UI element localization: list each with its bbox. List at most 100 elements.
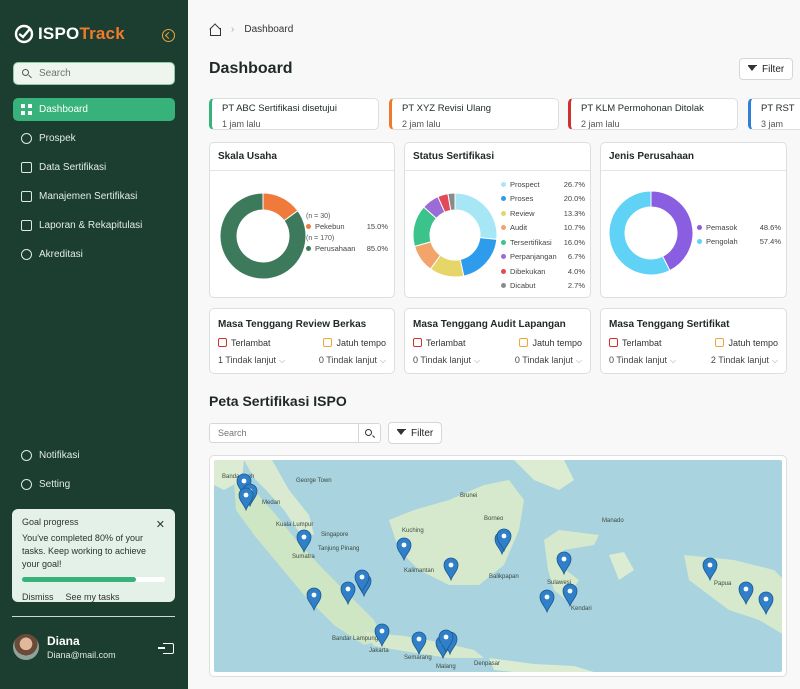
legend-value: 16.0% — [563, 237, 585, 247]
home-icon[interactable] — [209, 24, 221, 36]
notification-card[interactable]: PT RST 3 jam — [748, 98, 800, 130]
legend-item: Audit 10.7% — [501, 221, 585, 236]
chevron-down-icon: ⌵ — [279, 356, 286, 365]
legend-label: Perusahaan — [315, 243, 356, 253]
landmass-philippines — [514, 460, 574, 490]
due-action-dropdown[interactable]: 0 Tindak lanjut ⌵ — [515, 355, 582, 366]
late-action-dropdown[interactable]: 1 Tindak lanjut ⌵ — [218, 355, 285, 366]
donut-slice-proses[interactable] — [459, 237, 498, 277]
legend-note: (n = 30) — [306, 213, 331, 220]
map-pin-center — [561, 556, 567, 562]
sidebar-item-setting[interactable]: Setting — [13, 473, 175, 496]
filter-icon — [748, 65, 757, 73]
grace-title: Masa Tenggang Review Berkas — [218, 319, 367, 330]
late-action-dropdown[interactable]: 0 Tindak lanjut ⌵ — [609, 355, 676, 366]
map-pin-center — [763, 596, 769, 602]
goal-progress-card: Goal progress ✕ You've completed 80% of … — [12, 509, 175, 602]
map-place-label: Manado — [602, 518, 624, 524]
map-place-label: Kuala Lumpur — [276, 522, 313, 528]
breadcrumb: › Dashboard — [209, 24, 294, 36]
filter-label: Filter — [411, 427, 434, 439]
user-profile[interactable]: Diana Diana@mail.com — [13, 634, 116, 660]
late-label: Terlambat — [609, 338, 662, 348]
map-place-label: Denpasar — [474, 661, 500, 667]
search-icon — [365, 429, 372, 436]
sidebar-item-akreditasi[interactable]: Akreditasi — [13, 243, 175, 266]
breadcrumb-separator: › — [231, 24, 235, 35]
sidebar-item-notifikasi[interactable]: Notifikasi — [13, 444, 175, 467]
legend-item: Perpanjangan 6.7% — [501, 250, 585, 265]
map-pin-center — [401, 542, 407, 548]
map-pin-icon[interactable] — [562, 583, 578, 608]
dismiss-button[interactable]: Dismiss — [22, 592, 54, 602]
due-action-dropdown[interactable]: 0 Tindak lanjut ⌵ — [319, 355, 386, 366]
sidebar-item-label: Akreditasi — [39, 249, 83, 260]
map-place-label: Papua — [714, 581, 732, 587]
notification-card[interactable]: PT KLM Permohonan Ditolak 2 jam lalu — [568, 98, 738, 130]
legend-label: Dicabut — [510, 281, 536, 291]
legend-value: 15.0% — [366, 221, 388, 231]
landmass-maluku — [609, 552, 634, 580]
sidebar-item-label: Prospek — [39, 133, 76, 144]
filter-button[interactable]: Filter — [739, 58, 794, 80]
legend-label: Prospect — [510, 179, 540, 189]
map-pin-center — [443, 634, 449, 640]
map-filter-button[interactable]: Filter — [388, 422, 443, 444]
goal-progress-fill — [22, 577, 137, 582]
close-icon[interactable]: ✕ — [156, 518, 165, 531]
collapse-sidebar-icon[interactable] — [162, 29, 175, 42]
brand-logo[interactable]: ISPOTrack — [14, 24, 125, 44]
logout-icon[interactable] — [158, 643, 174, 654]
legend-dot — [306, 245, 311, 251]
breadcrumb-current: Dashboard — [244, 24, 294, 35]
sidebar-item-dashboard[interactable]: Dashboard — [13, 98, 175, 121]
notification-card[interactable]: PT ABC Sertifikasi disetujui 1 jam lalu — [209, 98, 379, 130]
map-section-title: Peta Sertifikasi ISPO — [209, 393, 347, 409]
legend-item: Perusahaan 85.0% — [306, 242, 388, 254]
app-root: ISPOTrack Dashboard Prospek Data Sertifi… — [0, 0, 800, 689]
sidebar-item-label: Data Sertifikasi — [39, 162, 107, 173]
map-container: Banda AcehGeorge TownMedanKuala LumpurSi… — [209, 455, 787, 677]
map-place-label: Tanjung Pinang — [318, 546, 359, 552]
calendar-due-icon — [323, 338, 333, 347]
map-search-button[interactable] — [358, 424, 380, 442]
legend-item: Pekebun 15.0% — [306, 220, 388, 232]
late-label: Terlambat — [413, 338, 466, 348]
late-action-dropdown[interactable]: 0 Tindak lanjut ⌵ — [413, 355, 480, 366]
see-my-tasks-link[interactable]: See my tasks — [66, 592, 120, 602]
grace-title: Masa Tenggang Sertifikat — [609, 319, 730, 330]
sidebar-item-data-sertifikasi[interactable]: Data Sertifikasi — [13, 156, 175, 179]
legend-label: Dibekukan — [510, 266, 546, 276]
map-pin-center — [311, 592, 317, 598]
map-pin-icon[interactable] — [539, 589, 555, 614]
map-search-input[interactable] — [210, 424, 358, 442]
sidebar-item-manajemen-sertifikasi[interactable]: Manajemen Sertifikasi — [13, 185, 175, 208]
notification-time: 1 jam lalu — [222, 119, 261, 129]
donut-slice-prospect[interactable] — [454, 192, 498, 240]
legend-value: 6.7% — [567, 252, 585, 262]
legend-value: 48.6% — [759, 222, 781, 232]
database-icon — [21, 162, 32, 173]
map-pin-center — [416, 636, 422, 642]
calendar-due-icon — [519, 338, 529, 347]
legend-value: 20.0% — [563, 194, 585, 204]
search-input[interactable] — [39, 68, 159, 79]
map-place-label: Sumatra — [292, 554, 315, 560]
card-skala-usaha: Skala Usaha (n = 30) Pekebun 15.0% (n = 1… — [209, 142, 395, 298]
legend-item: Tersertifikasi 16.0% — [501, 235, 585, 250]
card-title: Jenis Perusahaan — [601, 143, 786, 171]
legend-dot — [501, 239, 506, 245]
map-place-label: Singapore — [321, 532, 349, 538]
map-view[interactable]: Banda AcehGeorge TownMedanKuala LumpurSi… — [214, 460, 782, 672]
map-place-label: George Town — [296, 478, 332, 484]
sidebar-item-label: Laporan & Rekapitulasi — [39, 220, 143, 231]
legend-dot — [501, 254, 506, 260]
notification-card[interactable]: PT XYZ Revisi Ulang 2 jam lalu — [389, 98, 559, 130]
map-pin-center — [544, 594, 550, 600]
due-action-dropdown[interactable]: 2 Tindak lanjut ⌵ — [711, 355, 778, 366]
sidebar-item-laporan[interactable]: Laporan & Rekapitulasi — [13, 214, 175, 237]
legend-value: 2.7% — [567, 281, 585, 291]
sidebar-item-prospek[interactable]: Prospek — [13, 127, 175, 150]
legend-value: 85.0% — [366, 243, 388, 253]
legend-item: Dibekukan 4.0% — [501, 264, 585, 279]
